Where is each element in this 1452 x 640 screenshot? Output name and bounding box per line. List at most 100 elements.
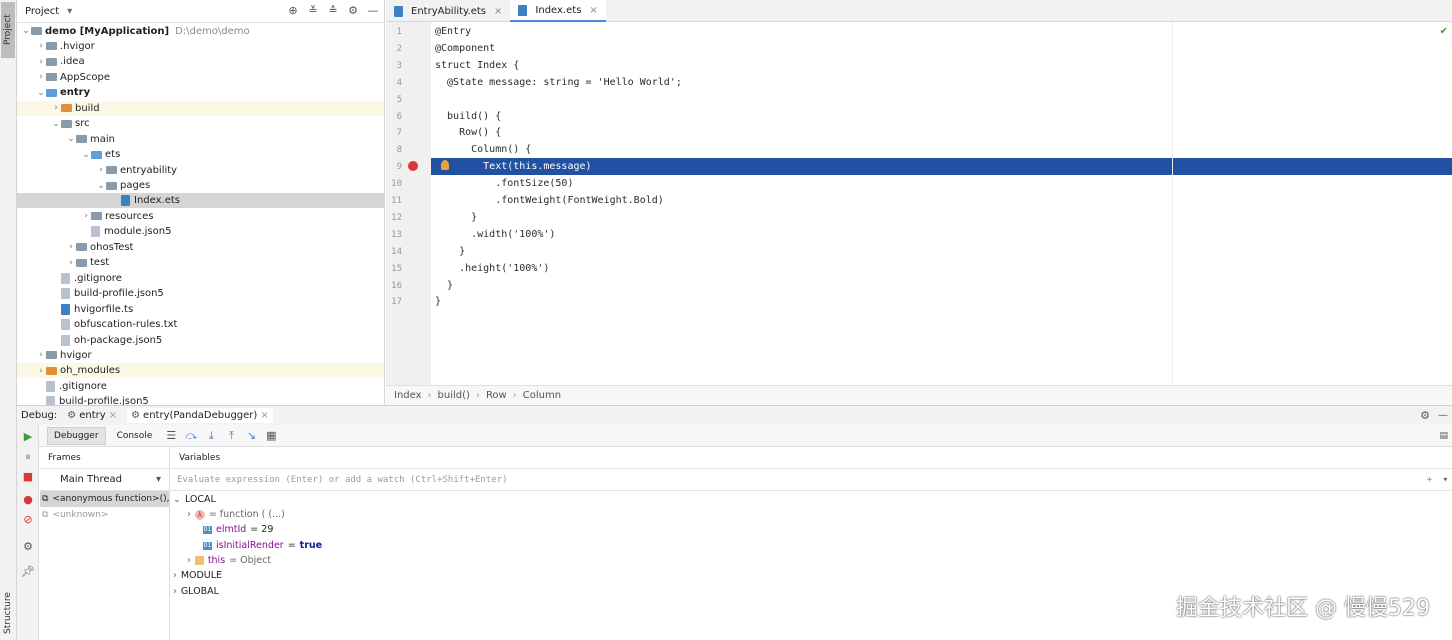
tree-item[interactable]: › .idea (17, 54, 384, 69)
tree-item[interactable]: › oh_modules (17, 363, 384, 379)
debug-session-panda[interactable]: ⚙ entry(PandaDebugger) × (127, 408, 273, 423)
thread-select[interactable]: Main Thread ▾ (40, 469, 169, 491)
step-into-icon[interactable]: ⤓ (203, 428, 219, 444)
debug-session-entry[interactable]: ⚙ entry × (67, 410, 117, 421)
tree-item[interactable]: hvigorfile.ts (17, 302, 384, 317)
chevron-icon[interactable]: ⌄ (51, 119, 61, 129)
tree-item[interactable]: module.json5 (17, 224, 384, 239)
close-icon[interactable]: × (589, 5, 597, 16)
code-line[interactable]: .fontSize(50) (435, 175, 573, 192)
tree-item[interactable]: Index.ets (17, 193, 384, 209)
chevron-icon[interactable]: › (36, 41, 46, 51)
variable-row[interactable]: › λ = function ( (...) (187, 507, 285, 522)
frame-item[interactable]: ⧉ <anonymous function>(), (40, 491, 169, 507)
run-to-cursor-icon[interactable]: ↘ (243, 428, 259, 444)
tree-item[interactable]: › resources (17, 209, 384, 224)
code-line[interactable]: .fontWeight(FontWeight.Bold) (435, 192, 664, 209)
chevron-icon[interactable]: › (81, 211, 91, 221)
chevron-icon[interactable]: ⌄ (96, 181, 106, 191)
table-icon[interactable]: ▦ (263, 428, 279, 444)
tab-entryability[interactable]: EntryAbility.ets × (386, 0, 510, 22)
close-icon[interactable]: × (109, 410, 117, 421)
breadcrumb-item[interactable]: Row (486, 390, 507, 401)
pause-icon[interactable]: ⏸ (21, 450, 35, 464)
code-line[interactable]: Column() { (435, 141, 531, 158)
code-line[interactable]: @State message: string = 'Hello World'; (435, 74, 682, 91)
code-line[interactable]: struct Index { (435, 57, 519, 74)
variable-row[interactable]: 01 elmtId = 29 (203, 522, 273, 537)
stop-icon[interactable]: ■ (21, 470, 35, 484)
code-line[interactable]: } (435, 243, 465, 260)
tab-index[interactable]: Index.ets × (510, 0, 606, 22)
chevron-icon[interactable]: ⌄ (66, 134, 76, 144)
watch-input[interactable]: Evaluate expression (Enter) or add a wat… (171, 469, 1452, 491)
code-line[interactable]: @Component (435, 40, 495, 57)
menu-icon[interactable]: ☰ (163, 428, 179, 444)
project-panel-title[interactable]: Project (25, 6, 59, 17)
chevron-icon[interactable]: ⌄ (81, 150, 91, 160)
chevron-icon[interactable]: › (51, 103, 61, 113)
chevron-icon[interactable]: › (36, 72, 46, 82)
chevron-icon[interactable]: ⌄ (21, 26, 31, 36)
chevron-down-icon[interactable]: ▾ (67, 6, 72, 17)
tree-item[interactable]: › hvigor (17, 348, 384, 363)
close-icon[interactable]: × (260, 410, 268, 421)
code-line[interactable]: Text(this.message) (431, 158, 1452, 176)
add-watch-icon[interactable]: + (1427, 475, 1432, 485)
code-line[interactable]: .width('100%') (435, 226, 555, 243)
tree-item[interactable]: ⌄ demo [MyApplication] D:\demo\demo (17, 24, 384, 39)
scope-module[interactable]: › MODULE (173, 568, 222, 583)
gear-icon[interactable]: ⚙ (1420, 409, 1430, 422)
frame-item[interactable]: ⧉ <unknown> (40, 507, 169, 523)
gear-icon[interactable]: ⚙ (21, 540, 35, 554)
tree-item[interactable]: build-profile.json5 (17, 286, 384, 301)
chevron-icon[interactable]: ⌄ (36, 88, 46, 98)
chevron-down-icon[interactable]: ▾ (1443, 475, 1448, 485)
breadcrumb-item[interactable]: build() (438, 390, 470, 401)
locate-icon[interactable]: ⊕ (286, 4, 300, 18)
step-over-icon[interactable]: ⤼ (183, 428, 199, 444)
tree-item[interactable]: ⌄ main (17, 132, 384, 147)
tree-item[interactable]: .gitignore (17, 379, 384, 394)
chevron-icon[interactable]: › (36, 57, 46, 67)
tree-item[interactable]: obfuscation-rules.txt (17, 317, 384, 332)
mute-breakpoints-icon[interactable]: ⊘ (21, 513, 35, 527)
code-line[interactable]: .height('100%') (435, 260, 549, 277)
code-line[interactable]: @Entry (435, 23, 471, 40)
console-tab[interactable]: Console (110, 427, 160, 445)
tree-item[interactable]: › ohosTest (17, 240, 384, 255)
code-line[interactable]: } (435, 293, 441, 310)
minimize-icon[interactable]: — (1438, 410, 1448, 421)
collapse-all-icon[interactable]: ≙ (326, 4, 340, 18)
debugger-tab[interactable]: Debugger (47, 426, 106, 445)
scope-local[interactable]: ⌄ LOCAL (173, 492, 216, 507)
tree-item[interactable]: .gitignore (17, 271, 384, 286)
tree-item[interactable]: › entryability (17, 163, 384, 178)
chevron-icon[interactable]: › (66, 242, 76, 252)
breakpoint-icon[interactable] (408, 161, 418, 172)
layout-icon[interactable]: ▤ (1439, 431, 1448, 441)
tree-item[interactable]: › AppScope (17, 70, 384, 85)
breadcrumb-item[interactable]: Column (523, 390, 561, 401)
tree-item[interactable]: › build (17, 100, 384, 116)
pin-icon[interactable]: 📌︎ (21, 565, 35, 579)
tree-item[interactable]: ⌄ pages (17, 178, 384, 193)
code-line[interactable]: Row() { (435, 124, 501, 141)
project-tool-tab[interactable]: Project (1, 2, 15, 58)
code-line[interactable]: } (435, 277, 453, 294)
variable-row[interactable]: 01 isInitialRender = true (203, 538, 322, 553)
chevron-icon[interactable]: › (36, 350, 46, 360)
scope-global[interactable]: › GLOBAL (173, 584, 219, 599)
breadcrumb-item[interactable]: Index (394, 390, 422, 401)
chevron-icon[interactable]: › (66, 258, 76, 268)
minimize-icon[interactable]: — (366, 4, 380, 18)
chevron-icon[interactable]: › (96, 165, 106, 175)
resume-icon[interactable]: ▶ (21, 430, 35, 444)
tree-item[interactable]: › test (17, 255, 384, 270)
variable-row[interactable]: › this = Object (187, 553, 271, 568)
code-line[interactable]: build() { (435, 108, 501, 125)
expand-all-icon[interactable]: ≚ (306, 4, 320, 18)
chevron-icon[interactable]: › (36, 366, 46, 376)
step-out-icon[interactable]: ⤒ (223, 428, 239, 444)
view-breakpoints-icon[interactable]: ● (21, 493, 35, 507)
